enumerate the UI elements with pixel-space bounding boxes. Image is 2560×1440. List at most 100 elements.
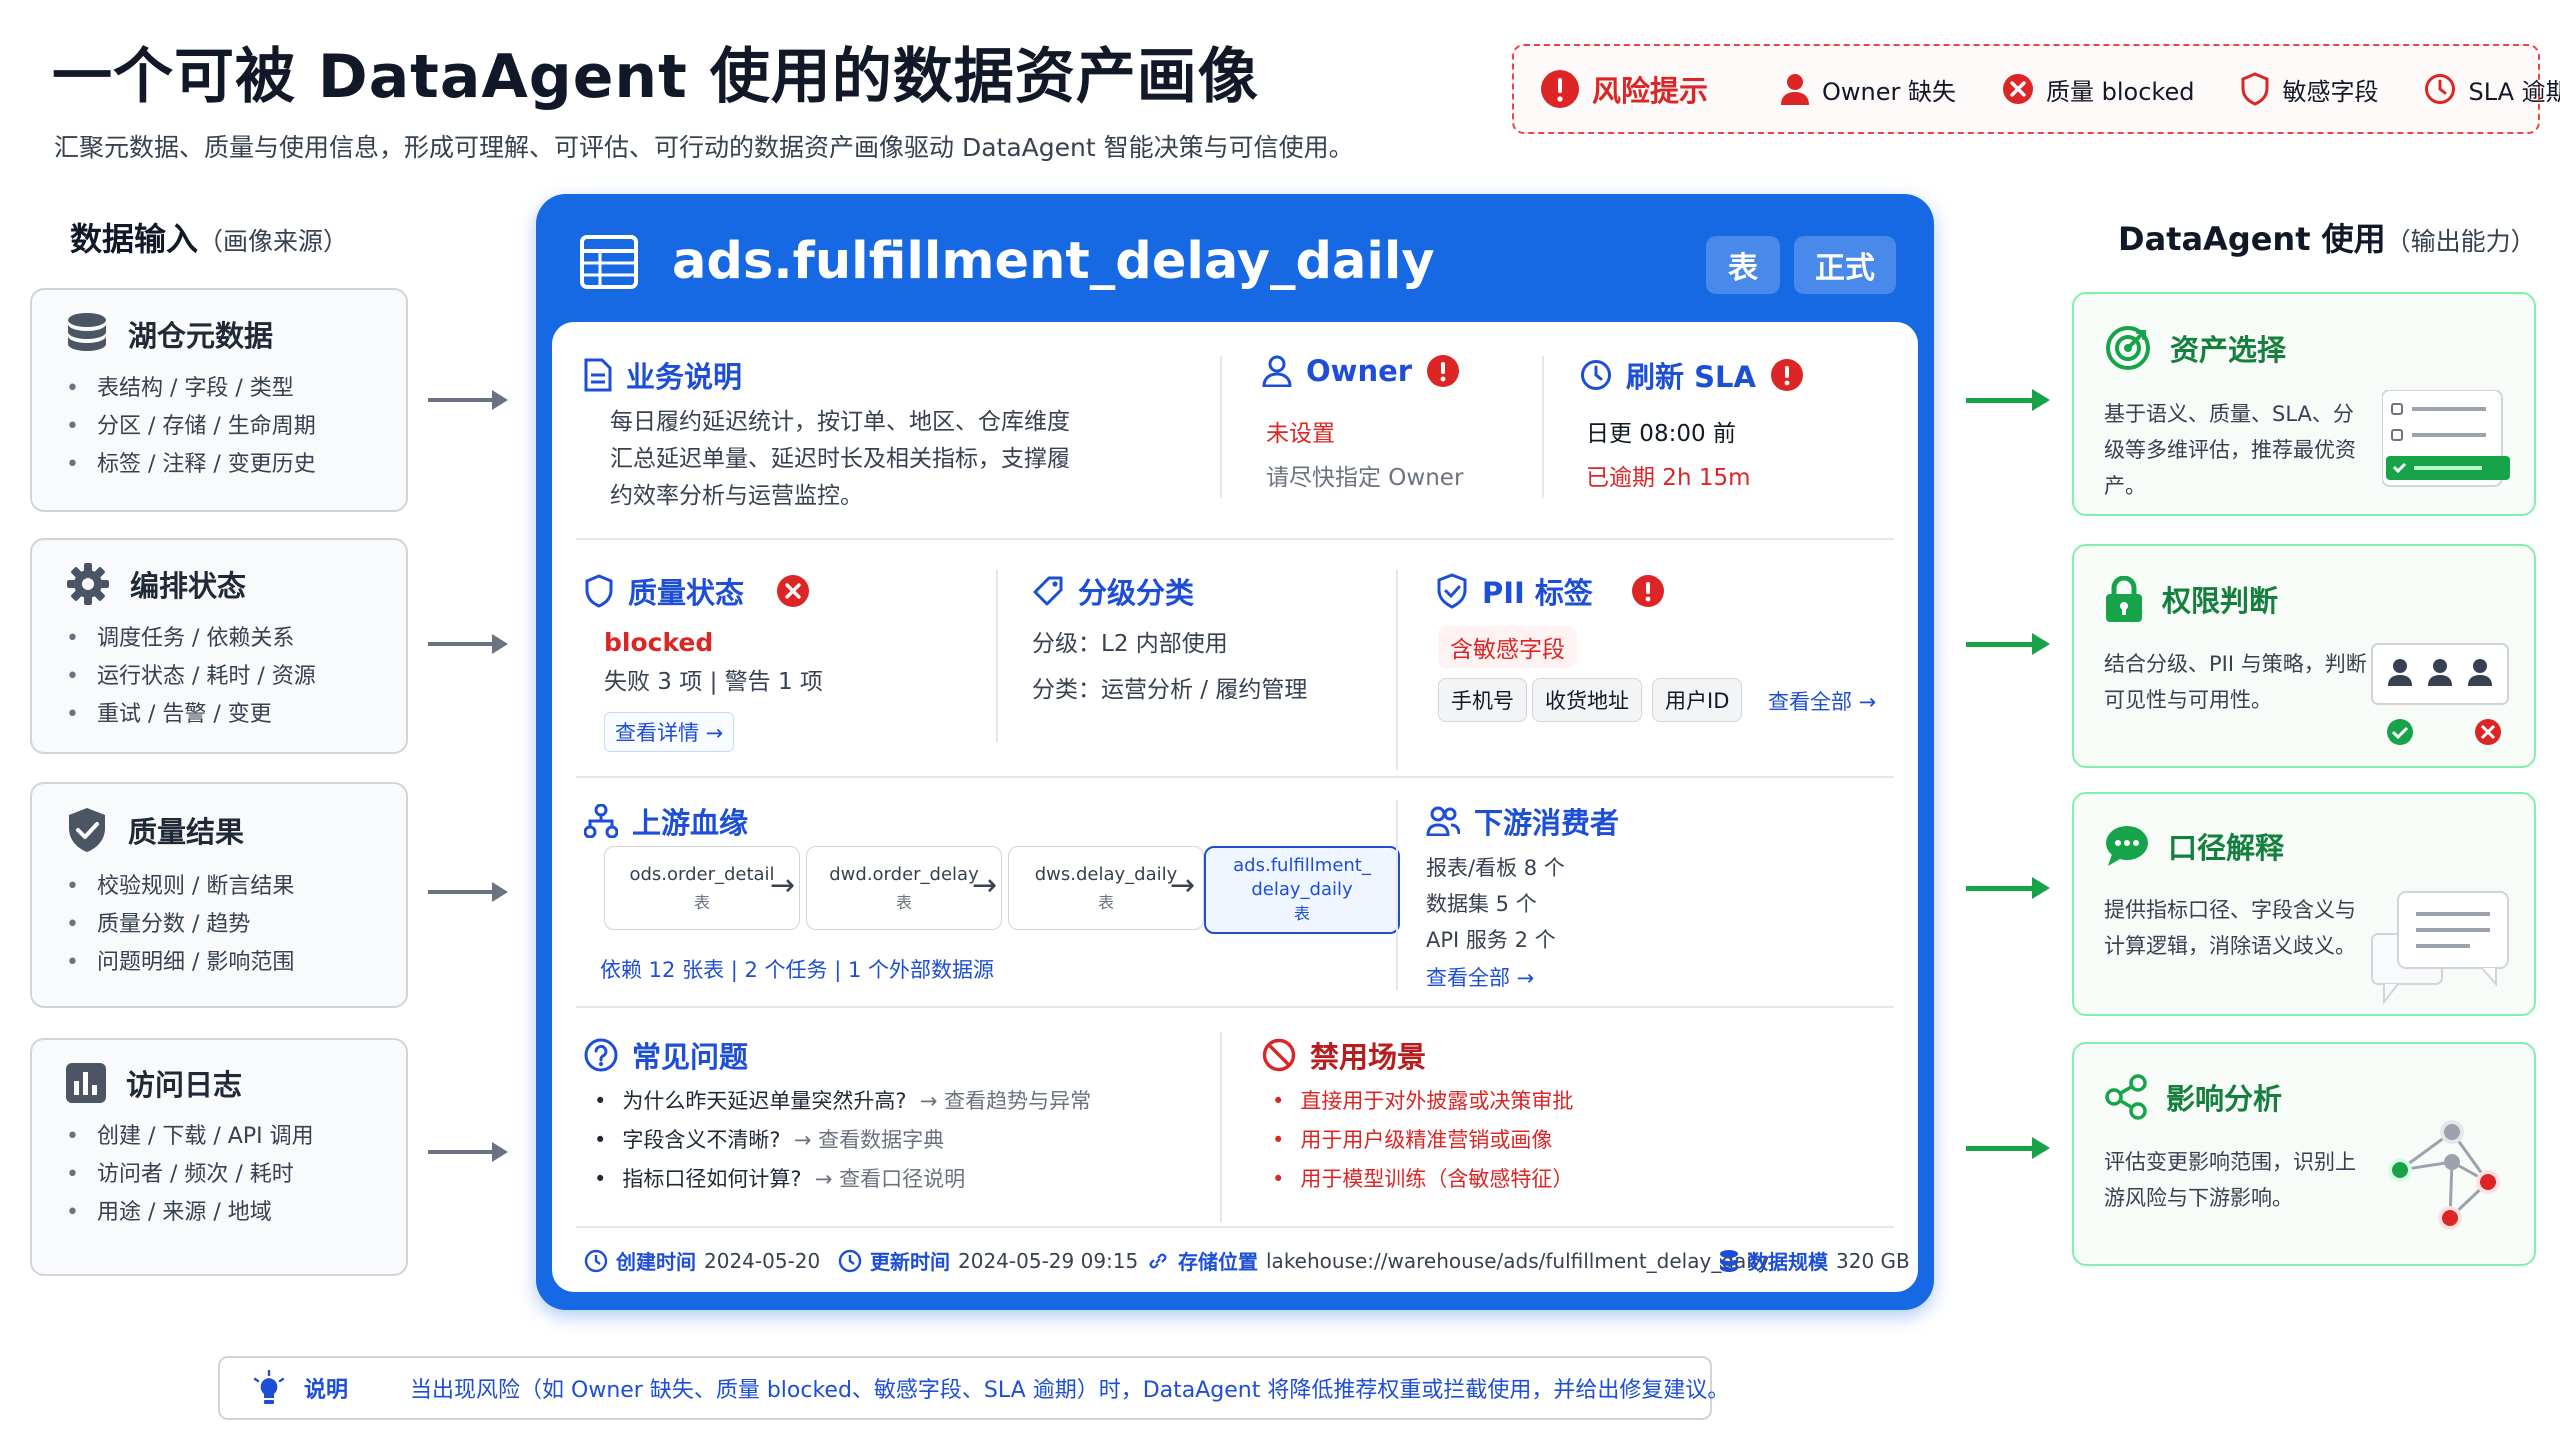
chat-icon bbox=[2106, 826, 2148, 866]
faq-section-title: 常见问题 bbox=[584, 1034, 748, 1076]
list-item: 报表/看板 8 个 bbox=[1426, 856, 1565, 880]
output-card-impact: 影响分析 评估变更影响范围，识别上游风险与下游影响。 bbox=[2072, 1042, 2536, 1266]
risk-bar: 风险提示 Owner 缺失 质量 blocked 敏感字段 SLA 逾期 bbox=[1512, 44, 2560, 134]
risk-item-label: Owner 缺失 bbox=[1822, 77, 1957, 106]
users-permission-icon bbox=[2371, 643, 2509, 745]
user-icon bbox=[1262, 355, 1292, 387]
asset-title: ads.fulfillment_delay_daily bbox=[580, 232, 1435, 291]
faq-list: 为什么昨天延迟单量突然升高? → 查看趋势与异常 字段含义不清晰? → 查看数据… bbox=[594, 1082, 1091, 1199]
text-line: 每日履约延迟统计，按订单、地区、仓库维度 bbox=[610, 409, 1070, 435]
pii-view-all-link[interactable]: 查看全部 → bbox=[1768, 686, 1876, 716]
card-desc: 基于语义、质量、SLA、分级等多维评估，推荐最优资产。 bbox=[2104, 402, 2356, 498]
lineage-summary: 依赖 12 张表 | 2 个任务 | 1 个外部数据源 bbox=[600, 958, 994, 982]
meta-updated: 更新时间 2024-05-29 09:15 bbox=[838, 1246, 1138, 1275]
output-card-permission: 权限判断 结合分级、PII 与策略，判断可见性与可用性。 bbox=[2072, 544, 2536, 768]
list-item: 质量分数 / 趋势 bbox=[66, 906, 406, 944]
consumers-view-all-link[interactable]: 查看全部 → bbox=[1426, 962, 1534, 992]
meta-size: 数据规模 320 GB bbox=[1718, 1246, 1910, 1275]
faq-item[interactable]: 为什么昨天延迟单量突然升高? → 查看趋势与异常 bbox=[594, 1082, 1091, 1121]
forbidden-list: 直接用于对外披露或决策审批 用于用户级精准营销或画像 用于模型训练（含敏感特征） bbox=[1272, 1082, 1573, 1199]
card-title: 编排状态 bbox=[130, 569, 247, 603]
explanation-note: 说明 当出现风险（如 Owner 缺失、质量 blocked、敏感字段、SLA … bbox=[218, 1356, 1729, 1420]
consumers-list: 报表/看板 8 个 数据集 5 个 API 服务 2 个 bbox=[1426, 850, 1565, 958]
pii-section-title: PII 标签 bbox=[1436, 570, 1665, 612]
card-desc: 提供指标口径、字段含义与计算逻辑，消除语义歧义。 bbox=[2104, 898, 2356, 958]
faq-item[interactable]: 字段含义不清晰? → 查看数据字典 bbox=[594, 1121, 1091, 1160]
quality-status: blocked bbox=[604, 628, 714, 657]
list-item: 重试 / 告警 / 变更 bbox=[66, 696, 406, 734]
checklist-icon bbox=[2382, 390, 2510, 487]
risk-item-sensitive: 敏感字段 bbox=[2240, 72, 2378, 107]
arrow-right-icon: → bbox=[1170, 868, 1196, 903]
clock-icon bbox=[2425, 74, 2456, 104]
card-title: 访问日志 bbox=[126, 1068, 243, 1102]
list-item: API 服务 2 个 bbox=[1426, 928, 1556, 952]
database-icon bbox=[68, 313, 106, 351]
note-label: 说明 bbox=[304, 1378, 349, 1403]
shield-icon bbox=[585, 574, 613, 608]
flow-arrow bbox=[428, 634, 508, 654]
gear-icon bbox=[67, 563, 109, 605]
list-item: 调度任务 / 依赖关系 bbox=[66, 620, 406, 658]
faq-item[interactable]: 指标口径如何计算? → 查看口径说明 bbox=[594, 1160, 1091, 1199]
list-item: 用于用户级精准营销或画像 bbox=[1272, 1121, 1573, 1160]
list-item: 用于模型训练（含敏感特征） bbox=[1272, 1160, 1573, 1199]
x-circle-icon bbox=[2003, 74, 2034, 104]
divider bbox=[1220, 356, 1222, 498]
alert-icon bbox=[1631, 575, 1664, 607]
target-icon bbox=[2106, 326, 2150, 370]
alert-icon bbox=[1770, 359, 1803, 391]
input-card-lakehouse: 湖仓元数据 表结构 / 字段 / 类型分区 / 存储 / 生命周期标签 / 注释… bbox=[30, 288, 408, 512]
risk-bar-label: 风险提示 bbox=[1592, 74, 1709, 108]
clock-icon bbox=[1581, 360, 1611, 390]
output-card-asset-selection: 资产选择 基于语义、质量、SLA、分级等多维评估，推荐最优资产。 bbox=[2072, 292, 2536, 516]
divider bbox=[1396, 800, 1398, 990]
arrow-right-icon: → bbox=[770, 868, 796, 903]
list-item: 用途 / 来源 / 地域 bbox=[66, 1194, 406, 1232]
quality-detail: 失败 3 项 | 警告 1 项 bbox=[604, 669, 823, 695]
asset-name: ads.fulfillment_delay_daily bbox=[672, 232, 1435, 291]
pii-chip: 用户ID bbox=[1652, 678, 1743, 722]
divider bbox=[1396, 570, 1398, 770]
divider bbox=[1220, 1032, 1222, 1222]
shield-check-icon bbox=[1437, 573, 1467, 609]
lineage-node-current[interactable]: ads.fulfillment_ delay_daily 表 bbox=[1204, 846, 1400, 934]
lineage-section-title: 上游血缘 bbox=[584, 800, 748, 842]
forbidden-section-title: 禁用场景 bbox=[1262, 1034, 1426, 1076]
classification-section-title: 分级分类 bbox=[1032, 570, 1194, 612]
classification-level: 分级：L2 内部使用 bbox=[1032, 631, 1228, 657]
arrow-right-icon: → bbox=[972, 868, 998, 903]
list-item: 问题明细 / 影响范围 bbox=[66, 944, 406, 982]
share-icon bbox=[2105, 1074, 2147, 1120]
question-icon bbox=[584, 1038, 618, 1072]
list-item: 表结构 / 字段 / 类型 bbox=[66, 370, 406, 408]
sla-schedule: 日更 08:00 前 bbox=[1586, 421, 1736, 447]
network-graph-icon bbox=[2388, 1120, 2500, 1230]
owner-section-title: Owner bbox=[1262, 354, 1460, 388]
quality-detail-link[interactable]: 查看详情 → bbox=[604, 712, 735, 752]
x-circle-icon bbox=[777, 575, 810, 607]
flow-arrow bbox=[1966, 389, 2050, 411]
page-subtitle: 汇聚元数据、质量与使用信息，形成可理解、可评估、可行动的数据资产画像驱动 Dat… bbox=[54, 133, 1354, 162]
tag-icon bbox=[1033, 576, 1063, 606]
risk-item-label: 质量 blocked bbox=[2046, 77, 2195, 106]
list-item: 访问者 / 频次 / 耗时 bbox=[66, 1156, 406, 1194]
list-item: 运行状态 / 耗时 / 资源 bbox=[66, 658, 406, 696]
card-title: 影响分析 bbox=[2166, 1082, 2283, 1116]
list-item: 分区 / 存储 / 生命周期 bbox=[66, 408, 406, 446]
flow-arrow bbox=[428, 882, 508, 902]
flow-arrow bbox=[1966, 877, 2050, 899]
divider bbox=[576, 538, 1894, 540]
page-title: 一个可被 DataAgent 使用的数据资产画像 bbox=[52, 42, 1259, 112]
divider bbox=[996, 570, 998, 742]
card-title: 口径解释 bbox=[2168, 831, 2285, 865]
risk-item-owner: Owner 缺失 bbox=[1780, 72, 1956, 107]
owner-hint: 请尽快指定 Owner bbox=[1266, 465, 1464, 491]
lock-icon bbox=[2106, 576, 2142, 622]
business-description: 每日履约延迟统计，按订单、地区、仓库维度 汇总延迟单量、延迟时长及相关指标，支撑… bbox=[610, 404, 1070, 515]
divider bbox=[1542, 356, 1544, 498]
pii-chip: 收货地址 bbox=[1532, 678, 1642, 722]
flow-arrow bbox=[1966, 1137, 2050, 1159]
sla-section-title: 刷新 SLA bbox=[1580, 354, 1804, 396]
pii-chip: 手机号 bbox=[1438, 678, 1527, 722]
